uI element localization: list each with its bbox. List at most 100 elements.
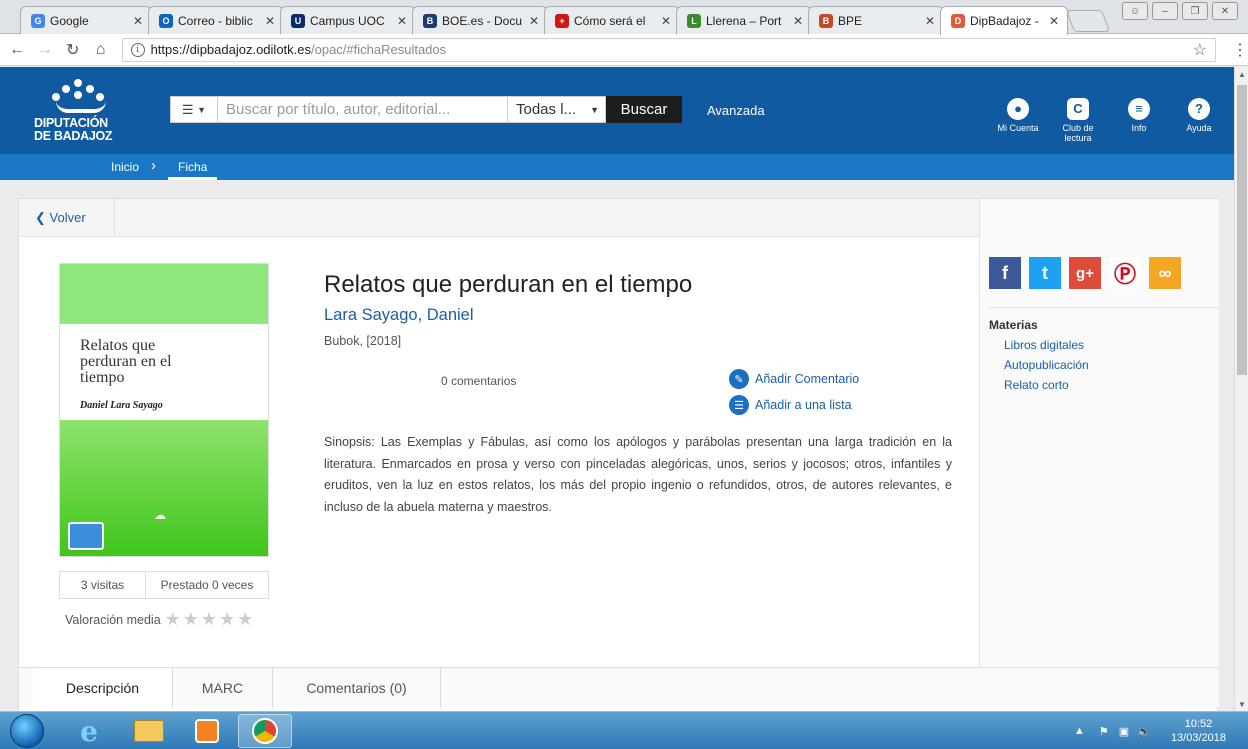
browser-tab[interactable]: O Correo - biblic ✕ [148,6,284,34]
reload-icon[interactable]: ↻ [62,39,84,61]
windows-logo-icon [10,714,44,748]
info-button[interactable]: ≡ Info [1111,98,1167,133]
tab-close-icon[interactable]: ✕ [1049,14,1061,28]
tab-close-icon[interactable]: ✕ [265,14,277,28]
facebook-icon[interactable]: f [989,257,1021,289]
action-center-icon[interactable]: ⚑ [1099,725,1109,738]
tab-close-icon[interactable]: ✕ [397,14,409,28]
close-window-button[interactable]: ✕ [1212,2,1238,20]
comments-count: 0 comentarios [441,374,517,388]
browser-tab[interactable]: B BOE.es - Docu ✕ [412,6,548,34]
browser-menu-icon[interactable]: ⋮ [1232,40,1248,60]
search-type-dropdown[interactable]: ☰ ▼ [170,96,218,123]
tab-close-icon[interactable]: ✕ [925,14,937,28]
minimize-button[interactable]: – [1152,2,1178,20]
rating-label: Valoración media [65,612,161,627]
tab-title: Cómo será el [574,13,646,28]
user-profile-button[interactable]: ☺ [1122,2,1148,20]
record-stats: 3 visitas Prestado 0 veces [59,571,269,599]
advanced-search-link[interactable]: Avanzada [707,103,765,118]
page-scrollbar[interactable]: ▲ ▼ [1234,67,1248,711]
taskbar-clock[interactable]: 10:52 13/03/2018 [1171,717,1226,745]
back-label: Volver [49,210,86,225]
subject-link[interactable]: Autopublicación [1004,358,1219,372]
library-badge-icon [68,522,104,550]
forward-arrow-icon[interactable]: → [34,39,56,61]
google-plus-icon[interactable]: g+ [1069,257,1101,289]
tab-title: BOE.es - Docu [442,13,523,28]
browser-tab[interactable]: D DipBadajoz - ✕ [940,6,1068,35]
scrollbar-thumb[interactable] [1237,85,1247,375]
cover-title: Relatos que perduran en el tiempo [80,337,172,386]
record-toolbar: ❮ Volver [19,199,979,237]
network-icon[interactable]: ▣ [1119,725,1129,738]
tab-close-icon[interactable]: ✕ [529,14,541,28]
address-bar[interactable]: i https://dipbadajoz.odilotk.es/opac/#fi… [121,37,1217,62]
browser-tab[interactable]: + Cómo será el ✕ [544,6,680,34]
new-tab-button[interactable] [1065,10,1111,32]
tab-comments[interactable]: Comentarios (0) [273,668,441,708]
browser-tab[interactable]: B BPE ✕ [808,6,944,34]
breadcrumb: Inicio › Ficha [0,154,1234,180]
breadcrumb-separator-icon: › [151,157,156,174]
logo-mark-icon [52,79,112,113]
subject-link[interactable]: Libros digitales [1004,338,1219,352]
breadcrumb-current: Ficha [168,154,218,180]
record-card: ❮ Volver Relatos que perduran en el tiem… [18,198,1219,718]
help-label: Ayuda [1186,123,1212,133]
back-button[interactable]: ❮ Volver [19,199,115,237]
help-icon: ? [1188,98,1210,120]
windows-taskbar: e ▲ ⚑ ▣ 🔈 10:52 13/03/2018 [0,711,1248,749]
book-cover[interactable]: Relatos que perduran en el tiempo Daniel… [59,263,269,557]
pinterest-icon[interactable]: Ⓟ [1109,257,1141,289]
menu-icon: ≡ [1128,98,1150,120]
average-rating: Valoración media ★★★★★ [65,609,255,630]
rating-stars[interactable]: ★★★★★ [165,609,256,630]
bookmark-star-icon[interactable]: ☆ [1193,40,1207,60]
start-button[interactable] [4,714,50,748]
scroll-down-icon[interactable]: ▼ [1235,697,1248,711]
diputacion-logo[interactable]: DIPUTACIÓN DE BADAJOZ [34,79,144,142]
site-info-icon[interactable]: i [130,42,145,57]
browser-tab[interactable]: G Google ✕ [20,6,152,34]
browser-tab[interactable]: U Campus UOC ✕ [280,6,416,34]
media-player-icon[interactable] [180,714,234,748]
reading-club-button[interactable]: C Club de lectura [1050,98,1106,143]
scroll-up-icon[interactable]: ▲ [1235,67,1248,81]
file-explorer-icon[interactable] [122,714,176,748]
publisher-logo-icon: ☁ [154,508,166,522]
tray-expand-icon[interactable]: ▲ [1074,725,1085,737]
chrome-taskbar-icon[interactable] [238,714,292,748]
tab-marc[interactable]: MARC [173,668,273,708]
record-author-link[interactable]: Lara Sayago, Daniel [324,306,474,325]
tab-close-icon[interactable]: ✕ [793,14,805,28]
subject-link[interactable]: Relato corto [1004,378,1219,392]
add-comment-button[interactable]: ✎ Añadir Comentario [729,369,859,389]
tab-close-icon[interactable]: ✕ [133,14,145,28]
home-icon[interactable]: ⌂ [90,39,112,61]
twitter-icon[interactable]: t [1029,257,1061,289]
maximize-button[interactable]: ❐ [1182,2,1208,20]
browser-tab[interactable]: L Llerena – Port ✕ [676,6,812,34]
help-button[interactable]: ? Ayuda [1171,98,1227,133]
clock-time: 10:52 [1184,718,1213,730]
my-account-button[interactable]: ● Mi Cuenta [990,98,1046,133]
tab-favicon-icon: G [31,13,45,28]
search-scope-select[interactable]: Todas l... ▼ [508,96,606,123]
record-title: Relatos que perduran en el tiempo [324,271,693,298]
clock-date: 13/03/2018 [1170,732,1226,744]
search-input[interactable]: Buscar por título, autor, editorial... [218,96,508,123]
cover-author: Daniel Lara Sayago [80,400,163,411]
browser-toolbar: ← → ↻ ⌂ i https://dipbadajoz.odilotk.es /… [0,34,1248,66]
internet-explorer-icon[interactable]: e [62,714,116,748]
volume-icon[interactable]: 🔈 [1137,725,1151,738]
add-to-list-button[interactable]: ☰ Añadir a una lista [729,395,852,415]
search-button[interactable]: Buscar [606,96,682,123]
tab-close-icon[interactable]: ✕ [661,14,673,28]
tab-title: Google [50,13,89,28]
tab-description[interactable]: Descripción [33,668,173,708]
link-icon[interactable]: ∞ [1149,257,1181,289]
breadcrumb-home[interactable]: Inicio [111,160,139,174]
chevron-left-icon: ❮ [35,210,46,225]
back-arrow-icon[interactable]: ← [6,39,28,61]
